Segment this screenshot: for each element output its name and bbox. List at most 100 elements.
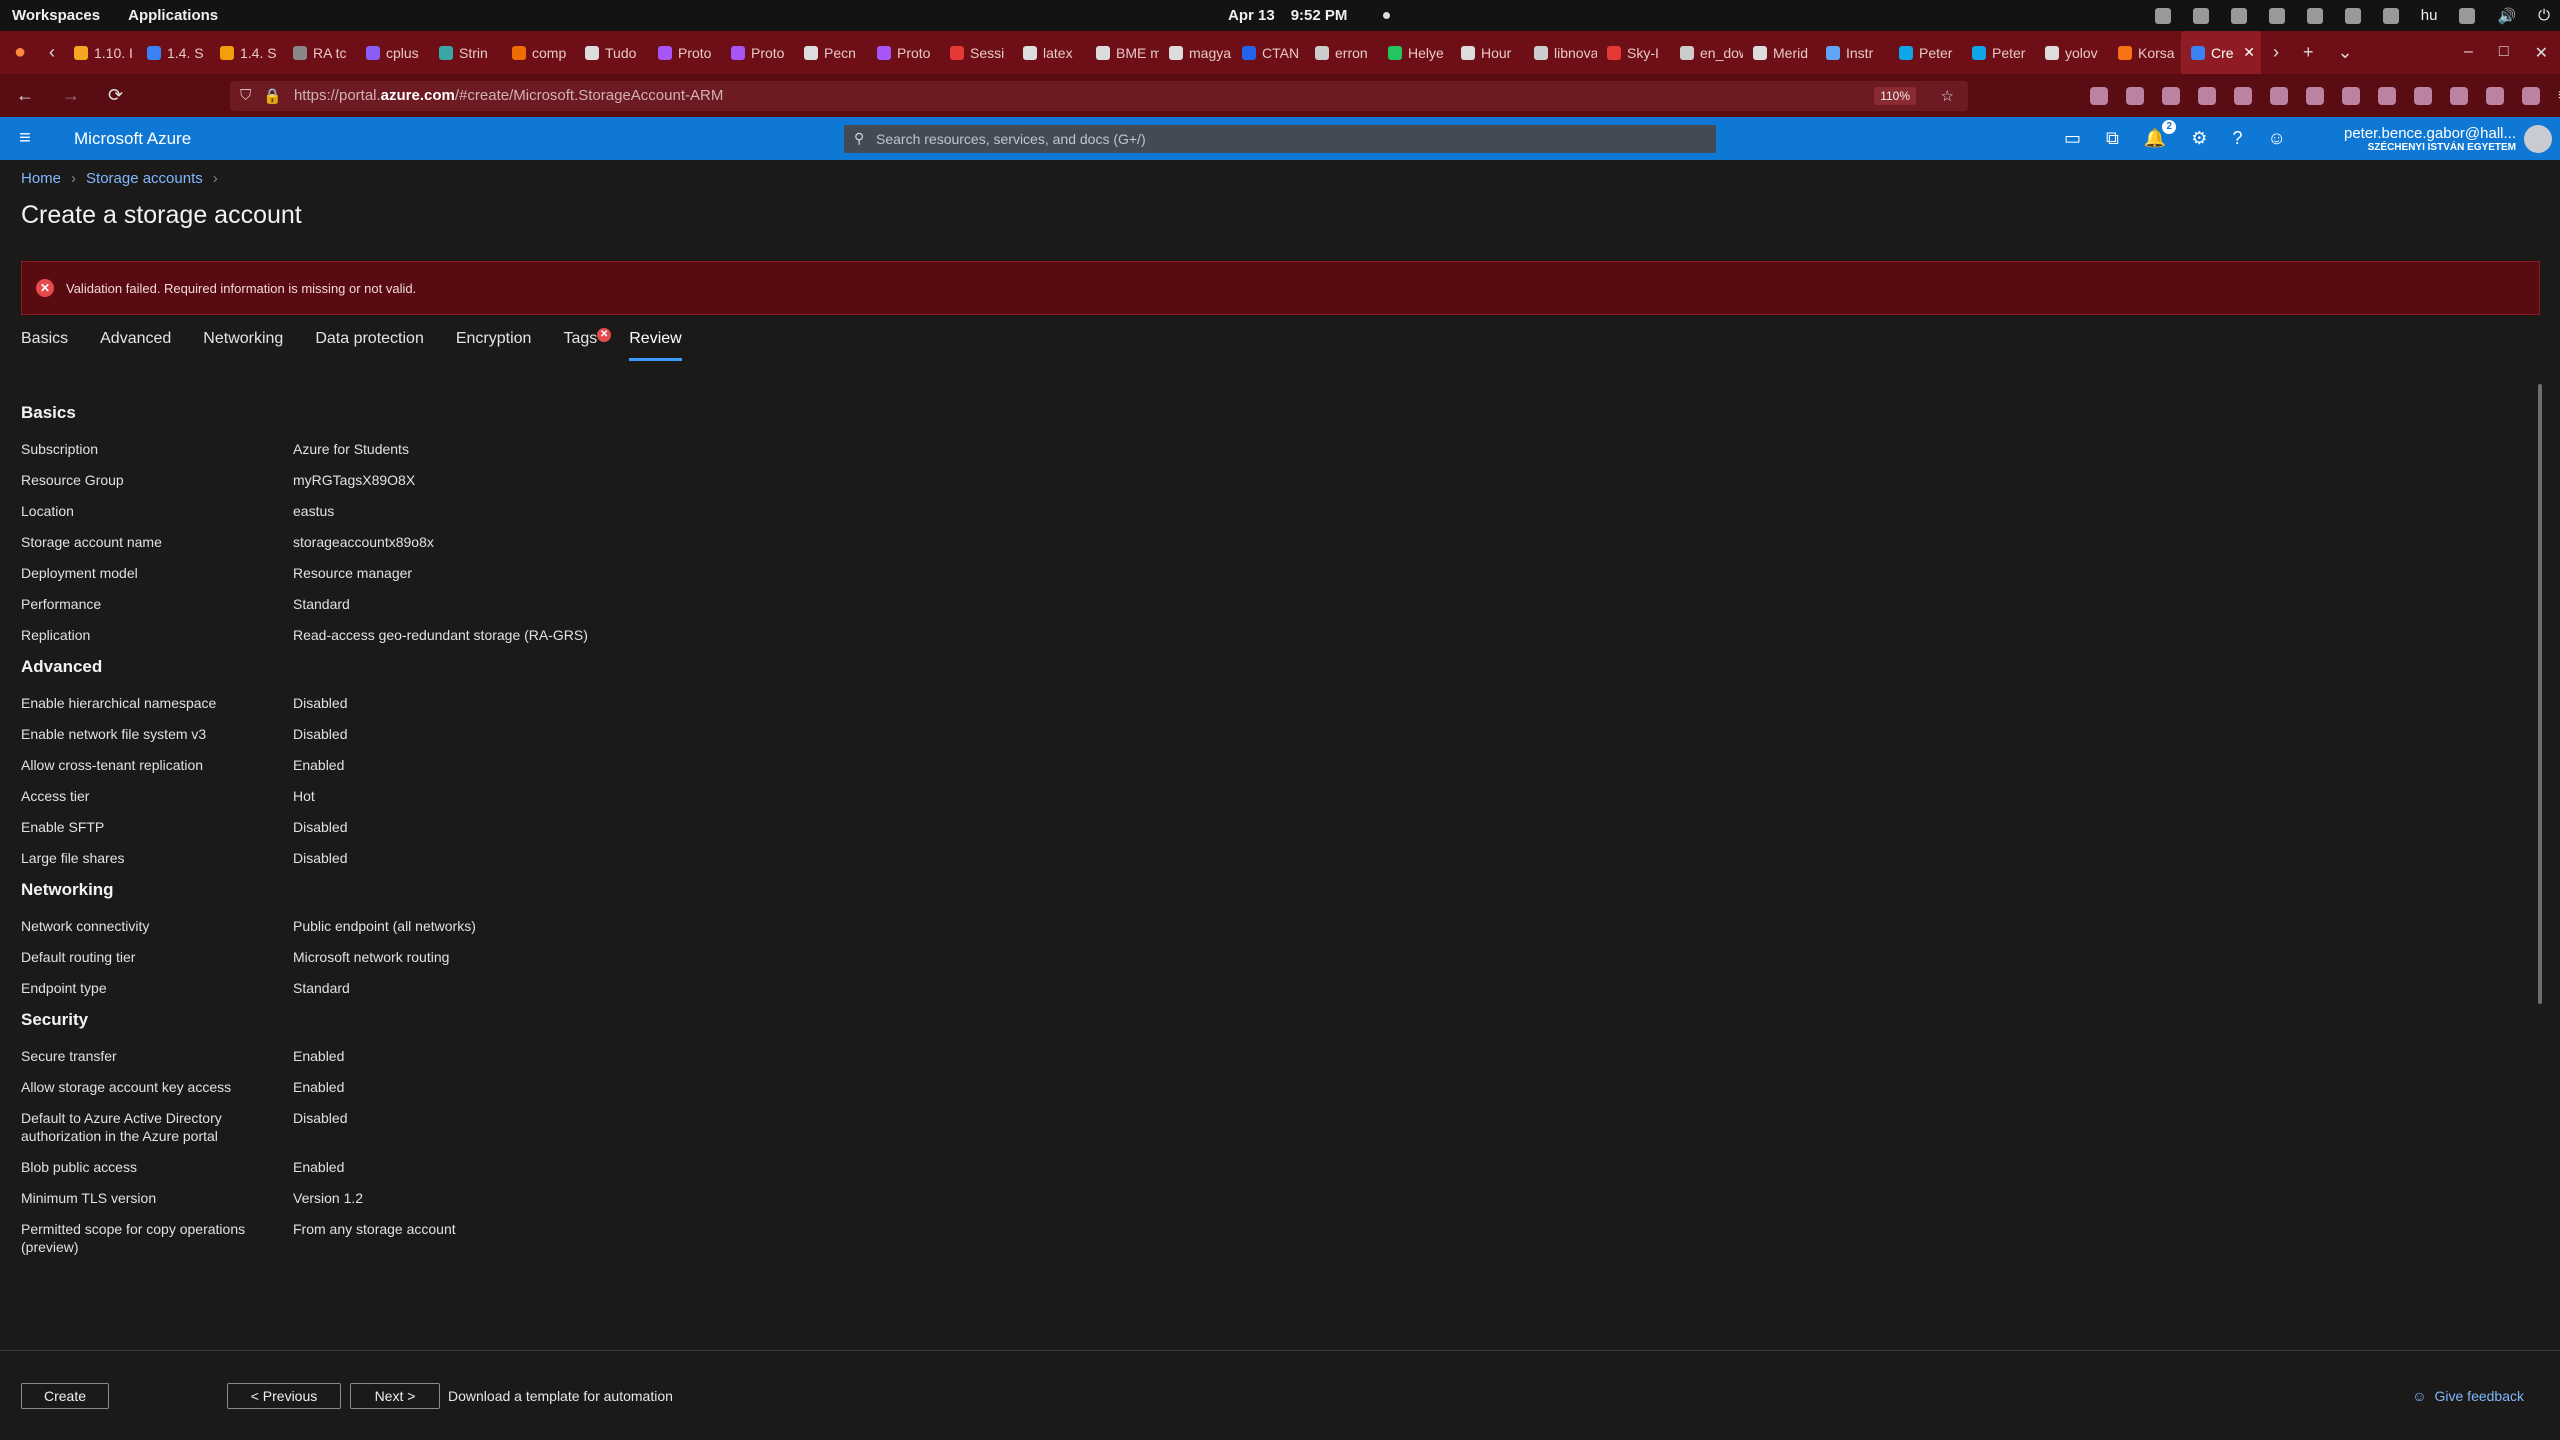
browser-tab[interactable]: CTAN — [1232, 31, 1305, 74]
browser-tab[interactable]: yolov — [2035, 31, 2108, 74]
browser-tab[interactable]: Cre ✕ — [2181, 31, 2261, 74]
firefox-icon[interactable]: ● — [0, 41, 40, 64]
browser-tab[interactable]: Proto — [867, 31, 940, 74]
browser-tab[interactable]: RA tc — [283, 31, 356, 74]
browser-tab[interactable]: Tudo — [575, 31, 648, 74]
back-icon[interactable]: ← — [16, 85, 34, 106]
tab-scroll-left-icon[interactable]: ‹ — [40, 42, 64, 63]
extension-icon[interactable] — [2306, 86, 2324, 105]
lock-icon[interactable]: 🔒 — [263, 87, 282, 105]
create-button[interactable]: Create — [21, 1383, 109, 1409]
tray-app-icon[interactable] — [2192, 7, 2209, 24]
avatar[interactable] — [2524, 124, 2552, 153]
browser-tab[interactable]: Proto — [721, 31, 794, 74]
extension-icon[interactable] — [2234, 86, 2252, 105]
extension-icon[interactable] — [2270, 86, 2288, 105]
close-tab-icon[interactable]: ✕ — [2243, 44, 2255, 61]
browser-tab[interactable]: Peter — [1889, 31, 1962, 74]
tray-app-icon[interactable] — [2154, 7, 2171, 24]
discord-icon[interactable] — [2268, 7, 2285, 24]
browser-tab[interactable]: comp — [502, 31, 575, 74]
browser-tab[interactable]: Korsa — [2108, 31, 2181, 74]
close-window-icon[interactable]: ✕ — [2535, 43, 2548, 63]
tab-review[interactable]: Review — [629, 330, 682, 361]
extension-icon[interactable] — [2162, 86, 2180, 105]
browser-tab[interactable]: Proto — [648, 31, 721, 74]
azure-brand[interactable]: Microsoft Azure — [74, 129, 191, 149]
notifications-bell-icon[interactable]: 🔔 2 — [2144, 120, 2177, 149]
extension-icon[interactable] — [2414, 86, 2432, 105]
extensions-puzzle-icon[interactable] — [2522, 86, 2540, 105]
tab-tags[interactable]: Tags ✕ — [563, 328, 612, 361]
browser-tab[interactable]: Sky-I — [1597, 31, 1670, 74]
tab-basics[interactable]: Basics — [21, 330, 68, 361]
give-feedback-link[interactable]: ☺ Give feedback — [2412, 1388, 2524, 1404]
tray-app-icon[interactable] — [2382, 7, 2399, 24]
tray-app-icon[interactable] — [2230, 7, 2247, 24]
cloud-shell-icon[interactable]: ▭ — [2064, 128, 2081, 149]
tab-advanced[interactable]: Advanced — [100, 330, 171, 361]
display-icon[interactable] — [2459, 7, 2476, 24]
volume-icon[interactable]: 🔊 — [2497, 7, 2516, 25]
workspaces-menu[interactable]: Workspaces — [12, 7, 100, 24]
zoom-level[interactable]: 110% — [1874, 86, 1916, 105]
tab-networking[interactable]: Networking — [203, 330, 283, 361]
breadcrumb-storage-accounts[interactable]: Storage accounts — [86, 170, 203, 187]
extension-icon[interactable] — [2378, 86, 2396, 105]
account-menu[interactable]: peter.bence.gabor@hall... SZÉCHENYI ISTV… — [2344, 125, 2516, 153]
power-icon[interactable]: ⏻ — [2538, 7, 2550, 24]
bookmark-star-icon[interactable]: ☆ — [1941, 87, 1954, 105]
list-tabs-icon[interactable]: ⌄ — [2338, 42, 2353, 63]
extension-icon[interactable] — [2450, 86, 2468, 105]
browser-tab[interactable]: Instr — [1816, 31, 1889, 74]
download-template-link[interactable]: Download a template for automation — [448, 1388, 673, 1404]
previous-button[interactable]: < Previous — [227, 1383, 341, 1409]
browser-tab[interactable]: 1.4. S — [210, 31, 283, 74]
browser-tab[interactable]: Sessi — [940, 31, 1013, 74]
browser-tab[interactable]: BME mat — [1086, 31, 1159, 74]
browser-tab[interactable]: libnova — [1524, 31, 1597, 74]
clock[interactable]: Apr 13 9:52 PM — [1228, 7, 1391, 24]
browser-tab[interactable]: cplus — [356, 31, 429, 74]
forward-icon[interactable]: → — [62, 85, 80, 106]
scrollbar[interactable] — [2538, 384, 2542, 1004]
browser-tab[interactable]: latex — [1013, 31, 1086, 74]
keyboard-layout[interactable]: hu — [2421, 7, 2438, 24]
next-button[interactable]: Next > — [350, 1383, 440, 1409]
tab-scroll-right-icon[interactable]: › — [2273, 42, 2279, 63]
browser-tab[interactable]: magyarc — [1159, 31, 1232, 74]
browser-tab[interactable]: Helye — [1378, 31, 1451, 74]
browser-tab[interactable]: 1.4. S — [137, 31, 210, 74]
browser-tab[interactable]: Merid — [1743, 31, 1816, 74]
feedback-icon[interactable]: ☺ — [2267, 128, 2285, 149]
new-tab-icon[interactable]: + — [2303, 42, 2314, 63]
steam-icon[interactable] — [2306, 7, 2323, 24]
portal-menu-icon[interactable]: ≡ — [0, 127, 50, 150]
browser-tab[interactable]: Peter — [1962, 31, 2035, 74]
tab-data-protection[interactable]: Data protection — [315, 330, 424, 361]
breadcrumb-home[interactable]: Home — [21, 170, 61, 187]
help-icon[interactable]: ? — [2232, 128, 2242, 149]
address-bar[interactable]: ⛉ 🔒 https://portal.azure.com/#create/Mic… — [230, 80, 1968, 111]
browser-tab[interactable]: 1.10. I — [64, 31, 137, 74]
pocket-icon[interactable] — [2090, 86, 2108, 105]
settings-gear-icon[interactable]: ⚙ — [2191, 128, 2207, 149]
shield-icon[interactable]: ⛉ — [240, 87, 251, 104]
reload-icon[interactable]: ⟳ — [108, 85, 123, 106]
tray-app-icon[interactable] — [2344, 7, 2361, 24]
minimize-icon[interactable]: – — [2464, 43, 2473, 63]
maximize-icon[interactable]: □ — [2499, 43, 2509, 63]
tab-encryption[interactable]: Encryption — [456, 330, 532, 361]
browser-tab[interactable]: en_down — [1670, 31, 1743, 74]
browser-tab[interactable]: erron — [1305, 31, 1378, 74]
extension-icon[interactable] — [2486, 86, 2504, 105]
download-icon[interactable] — [2126, 86, 2144, 105]
browser-tab[interactable]: Pecn — [794, 31, 867, 74]
extension-icon[interactable] — [2342, 86, 2360, 105]
global-search-input[interactable]: ⚲ Search resources, services, and docs (… — [844, 124, 1716, 153]
extension-icon[interactable] — [2198, 86, 2216, 105]
applications-menu[interactable]: Applications — [128, 7, 218, 24]
browser-tab[interactable]: Hour — [1451, 31, 1524, 74]
directory-filter-icon[interactable]: ⧉ — [2106, 128, 2119, 149]
browser-tab[interactable]: Strin — [429, 31, 502, 74]
